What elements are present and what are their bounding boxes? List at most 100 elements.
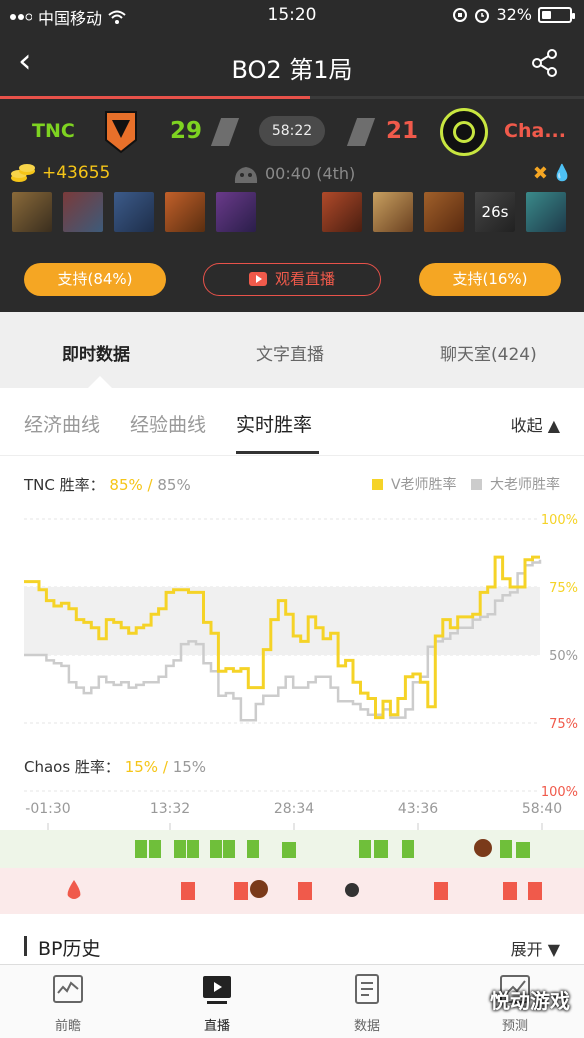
gold-row: +43655 00:40 (4th) ✖ 💧 (0, 160, 584, 188)
score-right: 21 (386, 118, 419, 144)
rotation-lock-icon (453, 7, 468, 22)
nav-bar: ‹ BO2 第1局 (0, 40, 584, 90)
tower-event-icon (282, 842, 296, 858)
x-tick-label: 28:34 (274, 801, 314, 817)
chaos-logo (440, 108, 488, 156)
tab-text-live[interactable]: 文字直播 (256, 340, 324, 365)
kill-event-icon (250, 880, 268, 898)
tab-preview-label: 前瞻 (54, 1019, 81, 1034)
y-tick-label: 75% (549, 581, 578, 596)
tower-event-icon (247, 840, 259, 858)
hero-portrait[interactable] (424, 192, 464, 232)
team-left-name: TNC (32, 120, 75, 142)
game-timer: 58:22 (259, 116, 325, 146)
tower-event-icon (234, 882, 248, 900)
tower-event-icon (187, 840, 199, 858)
roshan-icon (234, 167, 258, 183)
tower-event-icon (181, 882, 195, 900)
caret-up-icon: ▲ (547, 416, 560, 435)
main-tabs: 即时数据 文字直播 聊天室(424) (0, 312, 584, 388)
status-bar: 中国移动 15:20 32% (0, 0, 584, 30)
match-header: 中国移动 15:20 32% ‹ BO2 第1局 TNC 29 58:22 21… (0, 0, 584, 312)
share-icon[interactable] (530, 48, 560, 78)
hero-portrait[interactable] (322, 192, 362, 232)
tab-live[interactable]: 直播 (177, 973, 257, 1034)
tab-preview[interactable]: 前瞻 (28, 973, 108, 1034)
support-right-button[interactable]: 支持(16%) (419, 263, 561, 296)
hero-portrait[interactable] (165, 192, 205, 232)
hero-portrait[interactable] (216, 192, 256, 232)
hero-portrait[interactable] (373, 192, 413, 232)
hero-portrait[interactable] (114, 192, 154, 232)
sub-tabs: 经济曲线 经验曲线 实时胜率 收起 ▲ (0, 388, 584, 456)
tower-event-icon (374, 840, 388, 858)
collapse-button[interactable]: 收起 ▲ (511, 412, 560, 436)
tower-event-icon (359, 840, 371, 858)
bp-history-header[interactable]: BP历史 展开 ▼ (0, 924, 584, 968)
tab-win-rate[interactable]: 实时胜率 (236, 410, 312, 437)
hero-list-left (12, 192, 256, 232)
expand-button[interactable]: 展开 ▼ (511, 936, 560, 960)
tab-data-label: 数据 (353, 1019, 380, 1034)
first-blood-event-icon (67, 880, 81, 899)
hero-list-right: 26s (322, 192, 566, 232)
document-icon (355, 974, 379, 1004)
midband (24, 587, 540, 655)
gold-coins-icon (11, 164, 35, 182)
score-divider-right (346, 118, 376, 146)
tab-economy-curve[interactable]: 经济曲线 (24, 410, 100, 437)
score-divider-left (210, 118, 240, 146)
tower-event-icon (135, 840, 147, 858)
x-tick-label: 43:36 (398, 801, 438, 817)
win-rate-plot: 100% 75% 50% 75% 100% -01:30 13:32 28:34 43:36 5… (24, 513, 578, 830)
tower-event-icon (149, 840, 161, 858)
sub-tab-underline (236, 451, 319, 454)
hero-portrait[interactable] (63, 192, 103, 232)
alarm-icon (475, 8, 490, 23)
tower-event-icon (174, 840, 186, 858)
roshan-timer: 00:40 (4th) (265, 164, 356, 183)
collapse-label: 收起 (510, 416, 543, 435)
battery-percent: 32% (496, 5, 532, 24)
tab-chat-room[interactable]: 聊天室(424) (440, 340, 537, 365)
bp-history-title: BP历史 (38, 938, 101, 960)
tower-event-icon (434, 882, 448, 900)
tower-event-icon (516, 842, 530, 858)
tower-event-icon (528, 882, 542, 900)
play-icon (248, 272, 267, 286)
play-screen-icon (203, 976, 231, 1004)
caret-down-icon: ▼ (547, 940, 560, 959)
tab-xp-curve[interactable]: 经验曲线 (130, 410, 206, 437)
tower-event-icon (210, 840, 222, 858)
x-tick-label: 13:32 (150, 801, 190, 817)
x-tick-label: 58:40 (522, 801, 562, 817)
tnc-logo (105, 111, 137, 154)
watch-live-button[interactable]: 观看直播 (203, 263, 381, 296)
tab-live-data[interactable]: 即时数据 (62, 340, 130, 365)
crossed-swords-icon: ✖ (532, 163, 548, 184)
team-right-name: Cha... (504, 120, 566, 142)
hero-portrait-dead[interactable]: 26s (475, 192, 515, 232)
watch-live-label: 观看直播 (274, 270, 335, 288)
score-left: 29 (170, 118, 203, 144)
page-title: BO2 第1局 (231, 56, 353, 84)
y-tick-label: 100% (541, 513, 578, 528)
tower-event-icon (402, 840, 414, 858)
x-tick-label: -01:30 (25, 801, 70, 817)
kill-event-icon (345, 883, 359, 897)
hero-portrait[interactable] (526, 192, 566, 232)
bottom-tab-bar: 前瞻 直播 数据 预测 悦动游戏 (0, 964, 584, 1038)
hero-portrait[interactable] (12, 192, 52, 232)
action-row: 支持(84%) 观看直播 支持(16%) (0, 263, 584, 296)
tower-event-icon (298, 882, 312, 900)
tab-data[interactable]: 数据 (327, 973, 407, 1034)
kill-event-icon (474, 839, 492, 857)
y-tick-label: 75% (549, 717, 578, 732)
battery-icon (538, 6, 575, 23)
tower-event-icon (500, 840, 512, 858)
score-row: TNC 29 58:22 21 Cha... (0, 104, 584, 158)
tower-event-icon (503, 882, 517, 900)
tab-live-label: 直播 (203, 1019, 230, 1034)
support-left-button[interactable]: 支持(84%) (24, 263, 166, 296)
dire-events (67, 880, 542, 900)
